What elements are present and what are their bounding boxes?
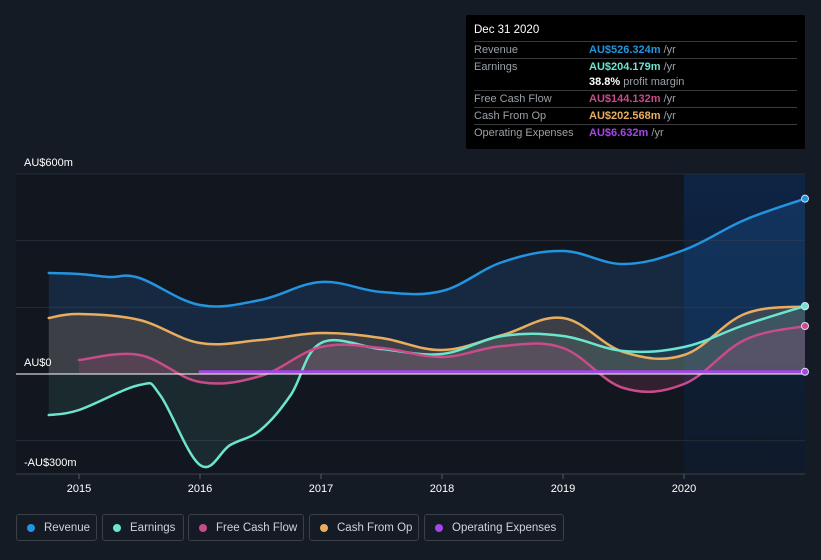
legend-label: Free Cash Flow: [216, 522, 298, 534]
tooltip-label: Cash From Op: [474, 110, 547, 122]
x-tick-label: 2018: [430, 483, 454, 495]
y-tick-label: AU$0: [24, 357, 52, 369]
tooltip-label: Earnings: [474, 61, 518, 73]
legend-item-cash-from-op[interactable]: Cash From Op: [309, 514, 419, 541]
tooltip-unit: /yr: [648, 127, 664, 139]
tooltip-amount: AU$202.568m: [589, 110, 661, 122]
tooltip-value: AU$144.132m /yr: [589, 91, 676, 107]
legend-dot-icon: [320, 524, 328, 532]
tooltip-unit: /yr: [660, 110, 676, 122]
tooltip-value: AU$526.324m /yr: [589, 42, 676, 58]
legend-label: Earnings: [130, 522, 176, 534]
tooltip-label: Operating Expenses: [474, 127, 574, 139]
tooltip-amount: AU$204.179m: [589, 61, 661, 73]
legend-dot-icon: [435, 524, 443, 532]
earnings-end-point: [801, 302, 809, 310]
tooltip-unit: profit margin: [620, 76, 685, 88]
tooltip-value: AU$6.632m /yr: [589, 125, 664, 141]
y-tick-label: -AU$300m: [24, 457, 77, 469]
operating-expenses-end-point: [801, 367, 809, 376]
tooltip-amount: 38.8%: [589, 76, 621, 88]
x-tick-label: 2017: [309, 483, 333, 495]
tooltip-row: Cash From Op AU$202.568m /yr: [474, 107, 797, 124]
tooltip-amount: AU$526.324m: [589, 44, 661, 56]
y-tick-label: AU$600m: [24, 157, 73, 169]
tooltip-unit: /yr: [660, 93, 676, 105]
x-tick-label: 2019: [551, 483, 575, 495]
tooltip-row: Free Cash Flow AU$144.132m /yr: [474, 90, 797, 107]
tooltip-date: Dec 31 2020: [474, 24, 540, 36]
legend-item-revenue[interactable]: Revenue: [16, 514, 97, 541]
legend-label: Revenue: [44, 522, 91, 534]
x-tick-label: 2016: [188, 483, 212, 495]
legend-item-operating-expenses[interactable]: Operating Expenses: [424, 514, 564, 541]
tooltip: Dec 31 2020 Revenue AU$526.324m /yr Earnin…: [466, 15, 805, 149]
legend-label: Cash From Op: [337, 522, 413, 534]
tooltip-label: Free Cash Flow: [474, 93, 552, 105]
tooltip-label: Revenue: [474, 44, 519, 56]
free-cash-flow-end-point: [801, 322, 809, 330]
x-tick-label: 2020: [672, 483, 696, 495]
legend-item-free-cash-flow[interactable]: Free Cash Flow: [188, 514, 304, 541]
legend-dot-icon: [113, 524, 121, 532]
legend-dot-icon: [27, 524, 35, 532]
tooltip-value: 38.8% profit margin: [589, 74, 684, 90]
x-tick-label: 2015: [67, 483, 91, 495]
tooltip-row: Earnings AU$204.179m /yr: [474, 58, 797, 75]
tooltip-amount: AU$144.132m: [589, 93, 661, 105]
tooltip-unit: /yr: [660, 44, 676, 56]
tooltip-row: Operating Expenses AU$6.632m /yr: [474, 124, 797, 141]
legend-dot-icon: [199, 524, 207, 532]
tooltip-unit: /yr: [660, 61, 676, 73]
tooltip-value: AU$202.568m /yr: [589, 108, 676, 124]
tooltip-row: Revenue AU$526.324m /yr: [474, 41, 797, 58]
legend-label: Operating Expenses: [452, 522, 557, 534]
tooltip-amount: AU$6.632m: [589, 127, 649, 139]
legend-item-earnings[interactable]: Earnings: [102, 514, 184, 541]
tooltip-row: 38.8% profit margin: [474, 74, 797, 90]
tooltip-value: AU$204.179m /yr: [589, 59, 676, 75]
revenue-end-point: [801, 194, 809, 203]
